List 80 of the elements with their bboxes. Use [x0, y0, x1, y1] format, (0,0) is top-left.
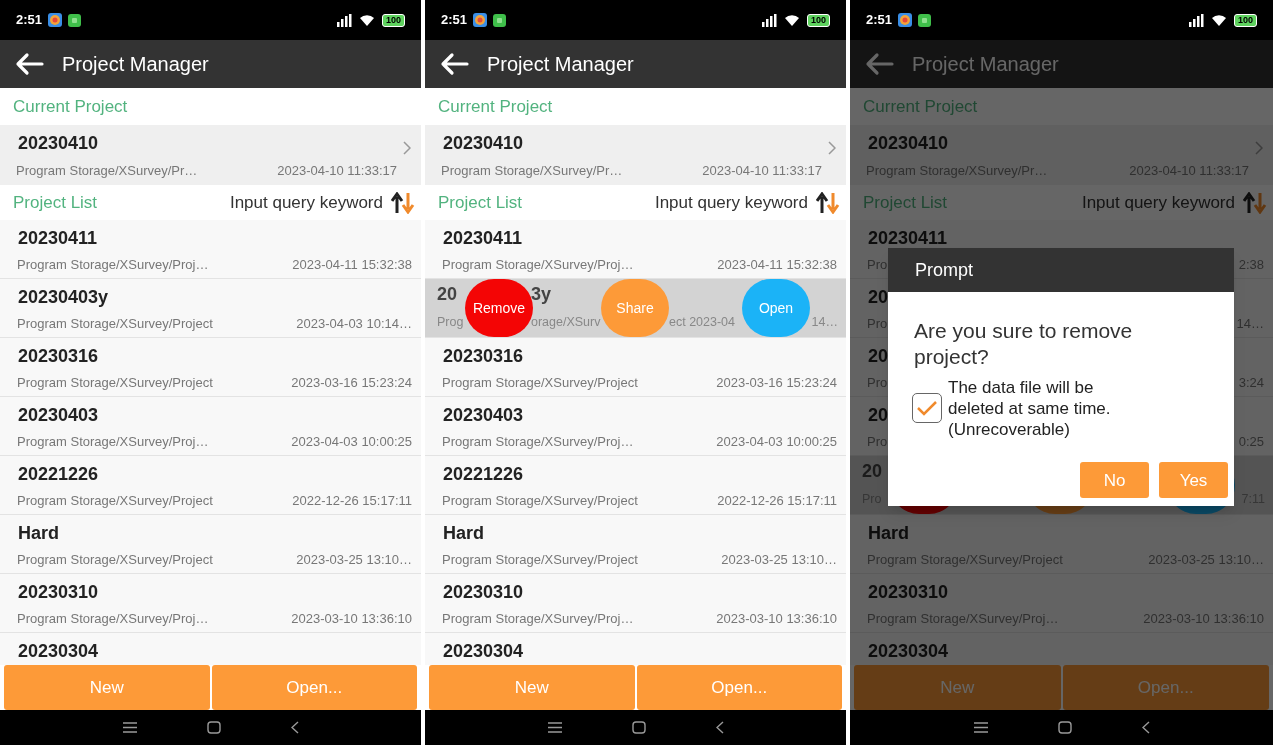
project-path: Program Storage/XSurvey/Project	[17, 491, 213, 510]
section-heading: Project List	[438, 191, 523, 214]
project-name: 20230411	[443, 227, 523, 250]
section-heading: Project List	[13, 191, 98, 214]
project-name: 20230304	[18, 640, 99, 663]
section-heading: Project List	[863, 191, 948, 214]
project-name: 20230410	[18, 131, 100, 155]
project-date: 2023-04-10 11:33:17	[702, 161, 822, 180]
project-path: 14…	[811, 314, 839, 332]
project-path: Program Storage/XSurvey/Proj…	[17, 432, 209, 451]
project-name: 20	[868, 404, 889, 427]
project-name: 20230403	[18, 404, 99, 427]
section-heading: Current Project	[438, 95, 553, 118]
project-date: 2022-12-26 15:17:11	[292, 491, 412, 510]
project-path: orage/XSurv	[531, 314, 601, 332]
project-date: 2023-04-03 10:00:25	[716, 432, 837, 451]
project-date: 2023-03-10 13:36:10	[291, 609, 412, 628]
battery-level: 100	[1233, 13, 1257, 27]
project-name: 20	[868, 345, 889, 368]
project-path: Program Storage/XSurvey/Proj…	[17, 609, 209, 628]
checkbox-label: The data file will be deleted at same time. (Unrecoverable)	[948, 376, 1112, 441]
project-path: Program Storage/XSurvey/Project	[17, 314, 213, 333]
project-path: Program Storage/XSurvey/Proj…	[442, 255, 634, 274]
dialog-title: Prompt	[915, 258, 974, 282]
section-heading: Current Project	[863, 95, 978, 118]
project-name: 20230310	[443, 581, 524, 604]
project-name: 3y	[531, 283, 553, 306]
project-path: Program Storage/XSurvey/Project	[442, 550, 638, 569]
battery-level: 100	[806, 13, 830, 27]
project-date: 2022-12-26 15:17:11	[717, 491, 837, 510]
status-time: 2:51	[441, 11, 468, 30]
project-date: 2023-04-11 15:32:38	[292, 255, 412, 274]
project-name: 20230403y	[18, 286, 109, 309]
project-name: 20230316	[443, 345, 524, 368]
project-path: Prog	[437, 314, 465, 332]
project-path: Program Storage/XSurvey/Project	[17, 550, 213, 569]
project-name: 20230411	[18, 227, 98, 250]
project-path: Program Storage/XSurvey/Proj…	[17, 255, 209, 274]
project-path: Program Storage/XSurvey/Proj…	[442, 432, 634, 451]
project-path: Program Storage/XSurvey/Project	[442, 373, 638, 392]
project-date: 2023-04-03 10:14…	[296, 314, 412, 333]
project-name: Hard	[18, 522, 59, 545]
project-path: Program Storage/XSurvey/Proj…	[442, 609, 634, 628]
project-date: 2023-04-10 11:33:17	[277, 161, 397, 180]
project-date: 2023-04-03 10:00:25	[291, 432, 412, 451]
project-date: 2023-03-16 15:23:24	[716, 373, 837, 392]
battery-level: 100	[381, 13, 405, 27]
project-name: 20	[437, 283, 459, 306]
project-path: Program Storage/XSurvey/Pr…	[441, 161, 623, 180]
project-date: 2023-03-16 15:23:24	[291, 373, 412, 392]
project-name: 20230411	[868, 227, 948, 250]
status-time: 2:51	[16, 11, 43, 30]
project-path: Program Storage/XSurvey/Pr…	[16, 161, 198, 180]
status-time: 2:51	[866, 11, 893, 30]
project-path: Program Storage/XSurvey/Project	[442, 491, 638, 510]
project-date: 2023-03-25 13:10…	[296, 550, 412, 569]
project-name: 20230403	[443, 404, 524, 427]
project-date: 2023-04-11 15:32:38	[717, 255, 837, 274]
project-name: 20230310	[868, 581, 949, 604]
project-name: Hard	[868, 522, 909, 545]
project-name: 20	[862, 460, 884, 483]
project-date: 2023-03-25 13:10…	[721, 550, 837, 569]
project-name: 20221226	[443, 463, 524, 486]
dialog-message: Are you sure to remove project?	[914, 318, 1134, 371]
project-name: 20230316	[18, 345, 99, 368]
project-name: 20230410	[443, 131, 525, 155]
project-name: Hard	[443, 522, 484, 545]
project-name: 20230304	[868, 640, 949, 663]
project-path: Program Storage/XSurvey/Project	[17, 373, 213, 392]
project-name: 20	[868, 286, 889, 309]
project-name: 20230304	[443, 640, 524, 663]
project-name: 20230310	[18, 581, 99, 604]
screen-title: Project Manager	[487, 52, 634, 77]
project-name: 20221226	[18, 463, 99, 486]
project-date: 2023-03-10 13:36:10	[716, 609, 837, 628]
screen-title: Project Manager	[912, 52, 1059, 77]
screen-title: Project Manager	[62, 52, 209, 77]
section-heading: Current Project	[13, 95, 128, 118]
project-name: 20230410	[868, 131, 950, 155]
project-path: ect 2023-04	[669, 314, 737, 332]
